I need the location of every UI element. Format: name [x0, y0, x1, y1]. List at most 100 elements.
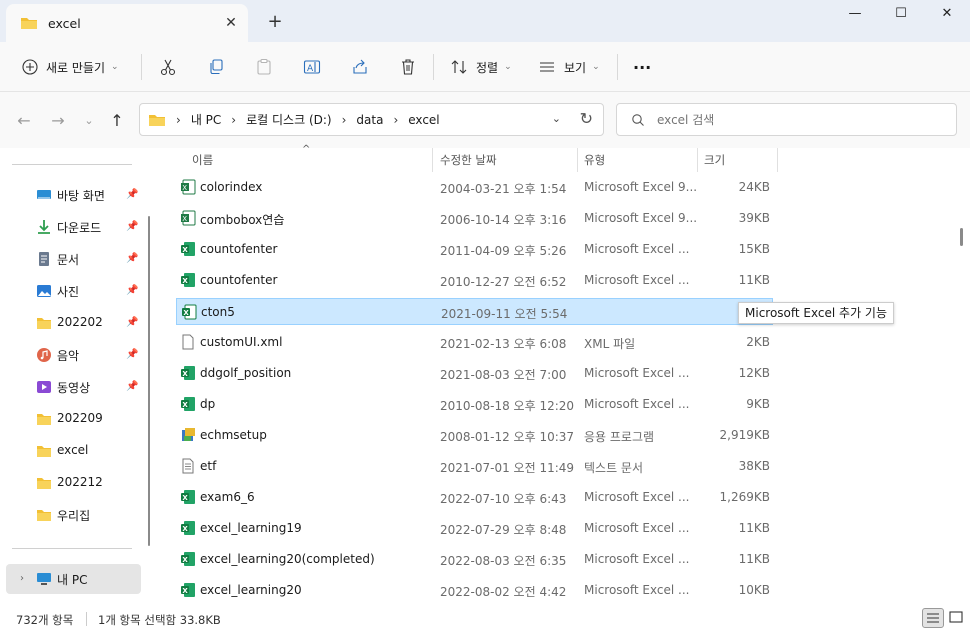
file-date: 2010-08-18 오후 12:20 [440, 399, 575, 413]
sort-button[interactable]: 정렬 ⌄ [450, 52, 512, 82]
sidebar-item-label: 바탕 화면 [57, 189, 105, 203]
pin-icon[interactable]: 📌 [126, 381, 138, 392]
address-dropdown-button[interactable]: ⌄ [552, 112, 561, 125]
column-header-type[interactable]: 유형 [584, 148, 605, 174]
sidebar-item-문서[interactable]: 문서 📌 [0, 244, 146, 274]
sidebar-item-202202[interactable]: 202202 📌 [0, 308, 146, 338]
sidebar-item-202212[interactable]: 202212 [0, 468, 146, 498]
column-divider[interactable] [697, 148, 698, 172]
copy-button[interactable] [207, 52, 225, 82]
up-button[interactable]: ↑ [105, 110, 129, 132]
column-divider[interactable] [777, 148, 778, 172]
search-box[interactable] [616, 103, 957, 136]
file-row[interactable]: Xcountofenter 2011-04-09 오후 5:26 Microsoft… [176, 236, 773, 263]
sidebar-item-다운로드[interactable]: 다운로드 📌 [0, 212, 146, 242]
delete-button[interactable] [399, 52, 417, 82]
file-size: 2,919KB [719, 428, 770, 442]
sidebar-item-우리집[interactable]: 우리집 [0, 500, 146, 530]
file-type: 응용 프로그램 [584, 430, 655, 444]
expand-icon[interactable]: › [20, 573, 24, 584]
file-row[interactable]: Xcton52021-09-11 오전 5:5434KB [176, 298, 773, 325]
chevron-down-icon: ⌄ [111, 62, 119, 72]
file-name: customUI.xml [200, 335, 283, 349]
file-row[interactable]: Xcombobox연습 2006-10-14 오후 3:16 Microsoft E… [176, 205, 773, 232]
sidebar-scrollbar[interactable] [148, 216, 150, 546]
pin-icon[interactable]: 📌 [126, 317, 138, 328]
paste-button[interactable] [255, 52, 273, 82]
file-name: cton5 [201, 305, 235, 319]
sidebar-item-this-pc[interactable]: › 내 PC [6, 564, 141, 594]
column-divider[interactable] [432, 148, 433, 172]
column-header-name[interactable]: 이름 [192, 148, 213, 174]
share-button[interactable] [351, 52, 369, 82]
sidebar-item-바탕 화면[interactable]: 바탕 화면 📌 [0, 180, 146, 210]
toolbar-divider [433, 54, 434, 80]
close-button[interactable]: ✕ [924, 0, 970, 30]
selection-info: 1개 항목 선택함 33.8KB [98, 613, 221, 627]
file-type: Microsoft Excel ... [584, 521, 690, 535]
cut-button[interactable] [159, 52, 177, 82]
pin-icon[interactable]: 📌 [126, 285, 138, 296]
file-row[interactable]: Xexcel_learning20 2022-08-02 오전 4:42 Micro… [176, 577, 773, 604]
maximize-button[interactable]: ☐ [878, 0, 924, 30]
column-header-size[interactable]: 크기 [704, 148, 725, 174]
pin-icon[interactable]: 📌 [126, 221, 138, 232]
pin-icon[interactable]: 📌 [126, 189, 138, 200]
sidebar-item-사진[interactable]: 사진 📌 [0, 276, 146, 306]
sort-icon [451, 60, 467, 74]
more-options-button[interactable]: ··· [633, 52, 651, 82]
file-date: 2021-09-11 오전 5:54 [441, 307, 568, 321]
file-row[interactable]: Xexam6_6 2022-07-10 오후 6:43 Microsoft Exce… [176, 484, 773, 511]
recent-locations-button[interactable]: ⌄ [77, 110, 101, 132]
file-row[interactable]: etf 2021-07-01 오전 11:49 텍스트 문서 38KB [176, 453, 773, 480]
rename-icon: A [303, 60, 321, 74]
back-button[interactable]: ← [12, 110, 36, 132]
sidebar-item-label: 우리집 [57, 509, 91, 523]
file-date: 2021-08-03 오전 7:00 [440, 368, 567, 382]
sidebar-item-excel[interactable]: excel [0, 436, 146, 466]
pin-icon[interactable]: 📌 [126, 349, 138, 360]
new-tab-button[interactable]: + [262, 10, 288, 34]
file-row[interactable]: Xexcel_learning20(completed) 2022-08-03 오… [176, 546, 773, 573]
breadcrumb-local-disk[interactable]: 로컬 디스크 (D:) [246, 111, 331, 128]
breadcrumb-this-pc[interactable]: 내 PC [191, 111, 221, 128]
file-row[interactable]: Xcolorindex 2004-03-21 오후 1:54 Microsoft E… [176, 174, 773, 201]
file-size: 24KB [738, 180, 770, 194]
file-row[interactable]: Xddgolf_position 2021-08-03 오전 7:00 Micros… [176, 360, 773, 387]
file-size: 10KB [738, 583, 770, 597]
refresh-button[interactable]: ↻ [580, 109, 593, 128]
rename-button[interactable]: A [303, 52, 321, 82]
file-date: 2008-01-12 오후 10:37 [440, 430, 575, 444]
sidebar-item-음악[interactable]: 음악 📌 [0, 340, 146, 370]
forward-button[interactable]: → [46, 110, 70, 132]
svg-text:X: X [182, 184, 187, 192]
download-icon [38, 220, 50, 234]
tab-close-button[interactable]: ✕ [218, 15, 244, 31]
tiles-view-icon [949, 611, 963, 623]
view-button[interactable]: 보기 ⌄ [538, 52, 600, 82]
file-row[interactable]: Xdp 2010-08-18 오후 12:20 Microsoft Excel ..… [176, 391, 773, 418]
sidebar-item-202209[interactable]: 202209 [0, 404, 146, 434]
column-divider[interactable] [577, 148, 578, 172]
file-type: Microsoft Excel ... [584, 242, 690, 256]
file-row[interactable]: customUI.xml 2021-02-13 오후 6:08 XML 파일 2KB [176, 329, 773, 356]
sidebar-item-동영상[interactable]: 동영상 📌 [0, 372, 146, 402]
details-view-button[interactable] [922, 608, 944, 628]
file-row[interactable]: Xcountofenter 2010-12-27 오전 6:52 Microsoft… [176, 267, 773, 294]
tiles-view-button[interactable] [946, 608, 968, 628]
tab-excel[interactable]: excel ✕ [6, 4, 248, 42]
file-list-scrollbar[interactable] [960, 228, 963, 246]
search-input[interactable] [657, 112, 937, 127]
address-bar[interactable]: › 내 PC › 로컬 디스크 (D:) › data › excel ⌄ ↻ [139, 103, 604, 136]
new-button[interactable]: 새로 만들기 ⌄ [22, 52, 119, 82]
pin-icon[interactable]: 📌 [126, 253, 138, 264]
breadcrumb-excel[interactable]: excel [408, 113, 439, 127]
excel-addin-icon: X [182, 304, 197, 320]
breadcrumb-data[interactable]: data [356, 113, 383, 127]
svg-text:X: X [182, 525, 188, 533]
svg-text:X: X [182, 494, 188, 502]
minimize-button[interactable]: — [832, 0, 878, 30]
file-row[interactable]: echmsetup 2008-01-12 오후 10:37 응용 프로그램 2,919… [176, 422, 773, 449]
column-header-date[interactable]: 수정한 날짜 [440, 148, 497, 174]
file-row[interactable]: Xexcel_learning19 2022-07-29 오후 8:48 Micro… [176, 515, 773, 542]
